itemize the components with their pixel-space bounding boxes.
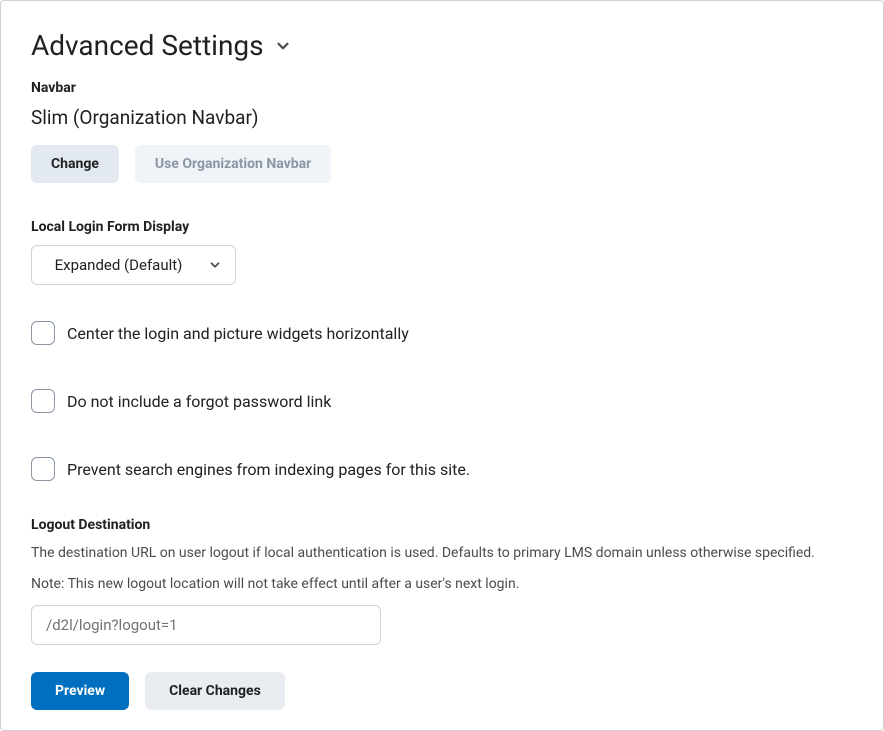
prevent-indexing-label[interactable]: Prevent search engines from indexing pag… [67, 460, 470, 479]
logout-destination-input[interactable] [31, 605, 381, 645]
prevent-indexing-row: Prevent search engines from indexing pag… [31, 457, 853, 481]
use-organization-navbar-button: Use Organization Navbar [135, 145, 331, 183]
preview-button[interactable]: Preview [31, 672, 129, 710]
page-title: Advanced Settings [31, 29, 264, 62]
change-button[interactable]: Change [31, 145, 119, 183]
navbar-button-row: Change Use Organization Navbar [31, 145, 853, 183]
no-forgot-password-label[interactable]: Do not include a forgot password link [67, 392, 331, 411]
prevent-indexing-checkbox[interactable] [31, 457, 55, 481]
center-widgets-checkbox[interactable] [31, 321, 55, 345]
navbar-value: Slim (Organization Navbar) [31, 106, 853, 129]
advanced-settings-header[interactable]: Advanced Settings [31, 29, 853, 62]
footer-button-row: Preview Clear Changes [31, 672, 285, 710]
logout-destination-label: Logout Destination [31, 517, 853, 533]
no-forgot-password-checkbox[interactable] [31, 389, 55, 413]
login-form-display-label: Local Login Form Display [31, 219, 853, 235]
navbar-label: Navbar [31, 80, 853, 96]
logout-destination-desc2: Note: This new logout location will not … [31, 574, 853, 595]
login-form-display-select[interactable]: Expanded (Default) [31, 245, 236, 285]
logout-destination-desc1: The destination URL on user logout if lo… [31, 543, 853, 564]
center-widgets-row: Center the login and picture widgets hor… [31, 321, 853, 345]
center-widgets-label[interactable]: Center the login and picture widgets hor… [67, 324, 409, 343]
chevron-down-icon [274, 37, 292, 55]
no-forgot-password-row: Do not include a forgot password link [31, 389, 853, 413]
clear-changes-button[interactable]: Clear Changes [145, 672, 285, 710]
login-form-display-select-wrapper: Expanded (Default) [31, 245, 236, 285]
